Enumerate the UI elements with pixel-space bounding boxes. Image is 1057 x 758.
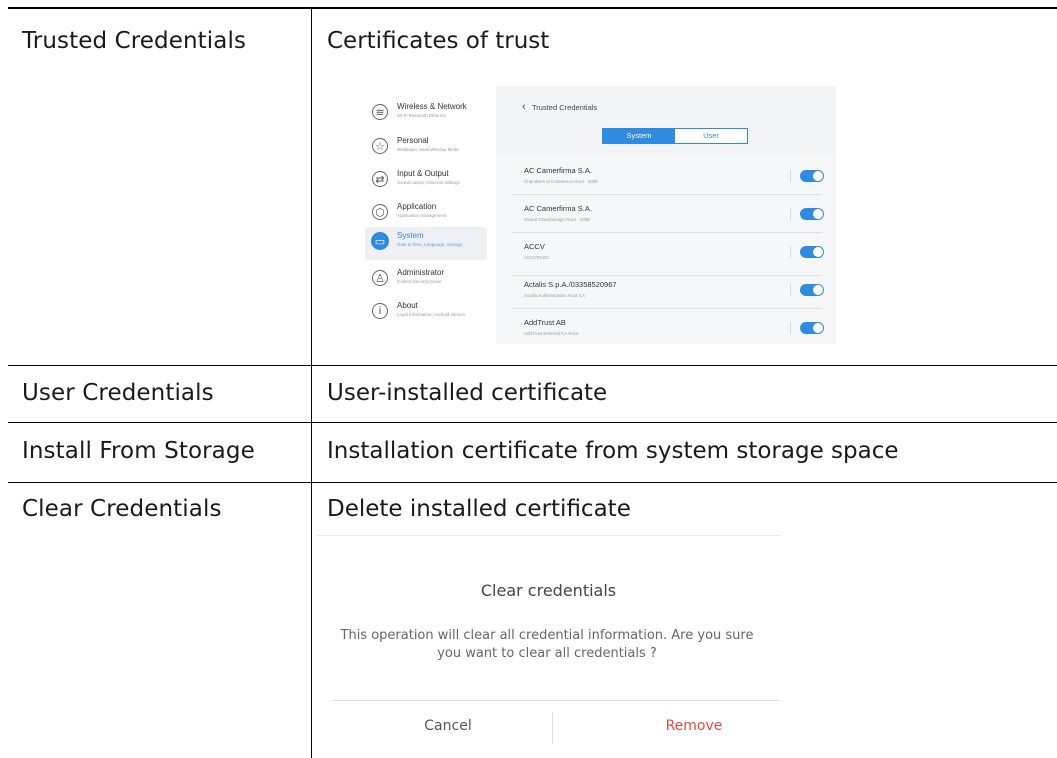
row-divider bbox=[790, 284, 791, 296]
trusted-credentials-panel: ‹ Trusted Credentials System User AC Cam… bbox=[496, 86, 836, 344]
certificate-row[interactable]: AC Camerfirma S.A. Global Chambersign Roo… bbox=[512, 194, 824, 233]
dialog-title: Clear credentials bbox=[480, 581, 617, 600]
sidebar-item-subtitle: Application management bbox=[397, 213, 447, 218]
sidebar-item-title: Input & Output bbox=[397, 169, 449, 178]
term-cell: Clear Credentials bbox=[22, 496, 222, 522]
description-cell: Delete installed certificate bbox=[327, 496, 631, 522]
sidebar-item-title: Wireless & Network bbox=[397, 102, 467, 111]
table-row: User Credentials User-installed certific… bbox=[8, 366, 1057, 423]
certificate-name: ACCV bbox=[524, 242, 545, 251]
sidebar-item-input-output[interactable]: ⇄ Input & Output Sound output, Channel set… bbox=[365, 165, 487, 195]
dialog-divider bbox=[332, 700, 780, 701]
certificate-name: AC Camerfirma S.A. bbox=[524, 204, 592, 213]
sidebar-item-system[interactable]: ▭ System Date & Time, Language, Storage bbox=[365, 227, 487, 260]
description-cell: Installation certificate from system sto… bbox=[327, 438, 899, 464]
certificate-detail: Actalis Authentication Root CA bbox=[524, 293, 586, 298]
sidebar-item-administrator[interactable]: ♙ Administrator Control,Security,Clone bbox=[365, 264, 487, 294]
certificate-toggle[interactable] bbox=[800, 322, 824, 334]
segment-system[interactable]: System bbox=[603, 129, 675, 143]
certificate-toggle[interactable] bbox=[800, 246, 824, 258]
sidebar-item-title: System bbox=[397, 231, 424, 240]
certificate-detail: Global Chambersign Root - 2008 bbox=[524, 217, 590, 222]
sidebar-item-subtitle: Date & Time, Language, Storage bbox=[397, 242, 463, 247]
row-divider bbox=[790, 246, 791, 258]
sidebar-item-title: About bbox=[397, 301, 418, 310]
sidebar-item-title: Personal bbox=[397, 136, 429, 145]
row-divider bbox=[790, 170, 791, 182]
info-icon: i bbox=[372, 303, 388, 319]
term-cell: User Credentials bbox=[22, 380, 214, 406]
sidebar-item-subtitle: Legal information, Android version bbox=[397, 312, 466, 317]
monitor-icon: ▭ bbox=[371, 232, 389, 250]
certificate-toggle[interactable] bbox=[800, 284, 824, 296]
term-cell: Install From Storage bbox=[22, 438, 255, 464]
swap-arrows-icon: ⇄ bbox=[372, 171, 388, 187]
certificate-name: AddTrust AB bbox=[524, 318, 566, 327]
wifi-icon: ≋ bbox=[372, 104, 388, 120]
description-cell: Certificates of trust bbox=[327, 28, 550, 54]
certificate-detail: Chambers of Commerce Root - 2008 bbox=[524, 179, 598, 184]
remove-button[interactable]: Remove bbox=[594, 718, 794, 734]
person-icon: ♙ bbox=[372, 270, 388, 286]
segment-user[interactable]: User bbox=[675, 129, 747, 143]
star-icon: ☆ bbox=[372, 138, 388, 154]
row-divider bbox=[790, 208, 791, 220]
sidebar-item-subtitle: Sound output, Channel settings bbox=[397, 180, 460, 185]
back-chevron-icon[interactable]: ‹ bbox=[522, 101, 526, 113]
sidebar-item-personal[interactable]: ☆ Personal Wallpaper, Multi-Window Mode bbox=[365, 132, 487, 162]
dialog-message: This operation will clear all credential… bbox=[340, 628, 754, 661]
panel-title: Trusted Credentials bbox=[532, 103, 598, 112]
hexagon-icon: ⬡ bbox=[372, 204, 388, 220]
trusted-credentials-screenshot: ≋ Wireless & Network Wi-Fi Bluetooth Ether… bbox=[352, 82, 838, 346]
term-cell: Trusted Credentials bbox=[22, 28, 247, 54]
certificate-name: Actalis S.p.A./03358520967 bbox=[524, 280, 617, 289]
sidebar-item-subtitle: Wallpaper, Multi-Window Mode bbox=[397, 147, 459, 152]
panel-header: ‹ Trusted Credentials System User bbox=[496, 86, 836, 156]
dialog-button-divider bbox=[552, 712, 553, 744]
certificate-row[interactable]: AC Camerfirma S.A. Chambers of Commerce R… bbox=[512, 156, 824, 195]
certificate-detail: AddTrust External CA Root bbox=[524, 331, 578, 336]
certificate-row[interactable]: AddTrust AB AddTrust External CA Root bbox=[512, 308, 824, 346]
sidebar-item-about[interactable]: i About Legal information, Android version bbox=[365, 297, 487, 327]
sidebar-item-wireless-network[interactable]: ≋ Wireless & Network Wi-Fi Bluetooth Ether… bbox=[365, 98, 487, 128]
row-divider bbox=[790, 322, 791, 334]
column-divider bbox=[311, 9, 312, 758]
sidebar-item-application[interactable]: ⬡ Application Application management bbox=[365, 198, 487, 228]
description-cell: User-installed certificate bbox=[327, 380, 608, 406]
certificate-toggle[interactable] bbox=[800, 170, 824, 182]
cancel-button[interactable]: Cancel bbox=[348, 718, 548, 734]
table-row: Install From Storage Installation certif… bbox=[8, 423, 1057, 483]
dialog-top-edge bbox=[316, 535, 781, 536]
certificate-row[interactable]: Actalis S.p.A./03358520967 Actalis Authen… bbox=[512, 270, 824, 309]
certificate-detail: ACCVRAIZ1 bbox=[524, 255, 550, 260]
clear-credentials-dialog: Clear credentials This operation will cl… bbox=[316, 535, 781, 756]
certificate-name: AC Camerfirma S.A. bbox=[524, 166, 592, 175]
sidebar-item-title: Application bbox=[397, 202, 437, 211]
certificate-toggle[interactable] bbox=[800, 208, 824, 220]
sidebar-item-subtitle: Control,Security,Clone bbox=[397, 279, 442, 284]
sidebar-item-title: Administrator bbox=[397, 268, 445, 277]
segment-control: System User bbox=[602, 128, 748, 144]
sidebar-item-subtitle: Wi-Fi Bluetooth Ethernet bbox=[397, 113, 447, 118]
